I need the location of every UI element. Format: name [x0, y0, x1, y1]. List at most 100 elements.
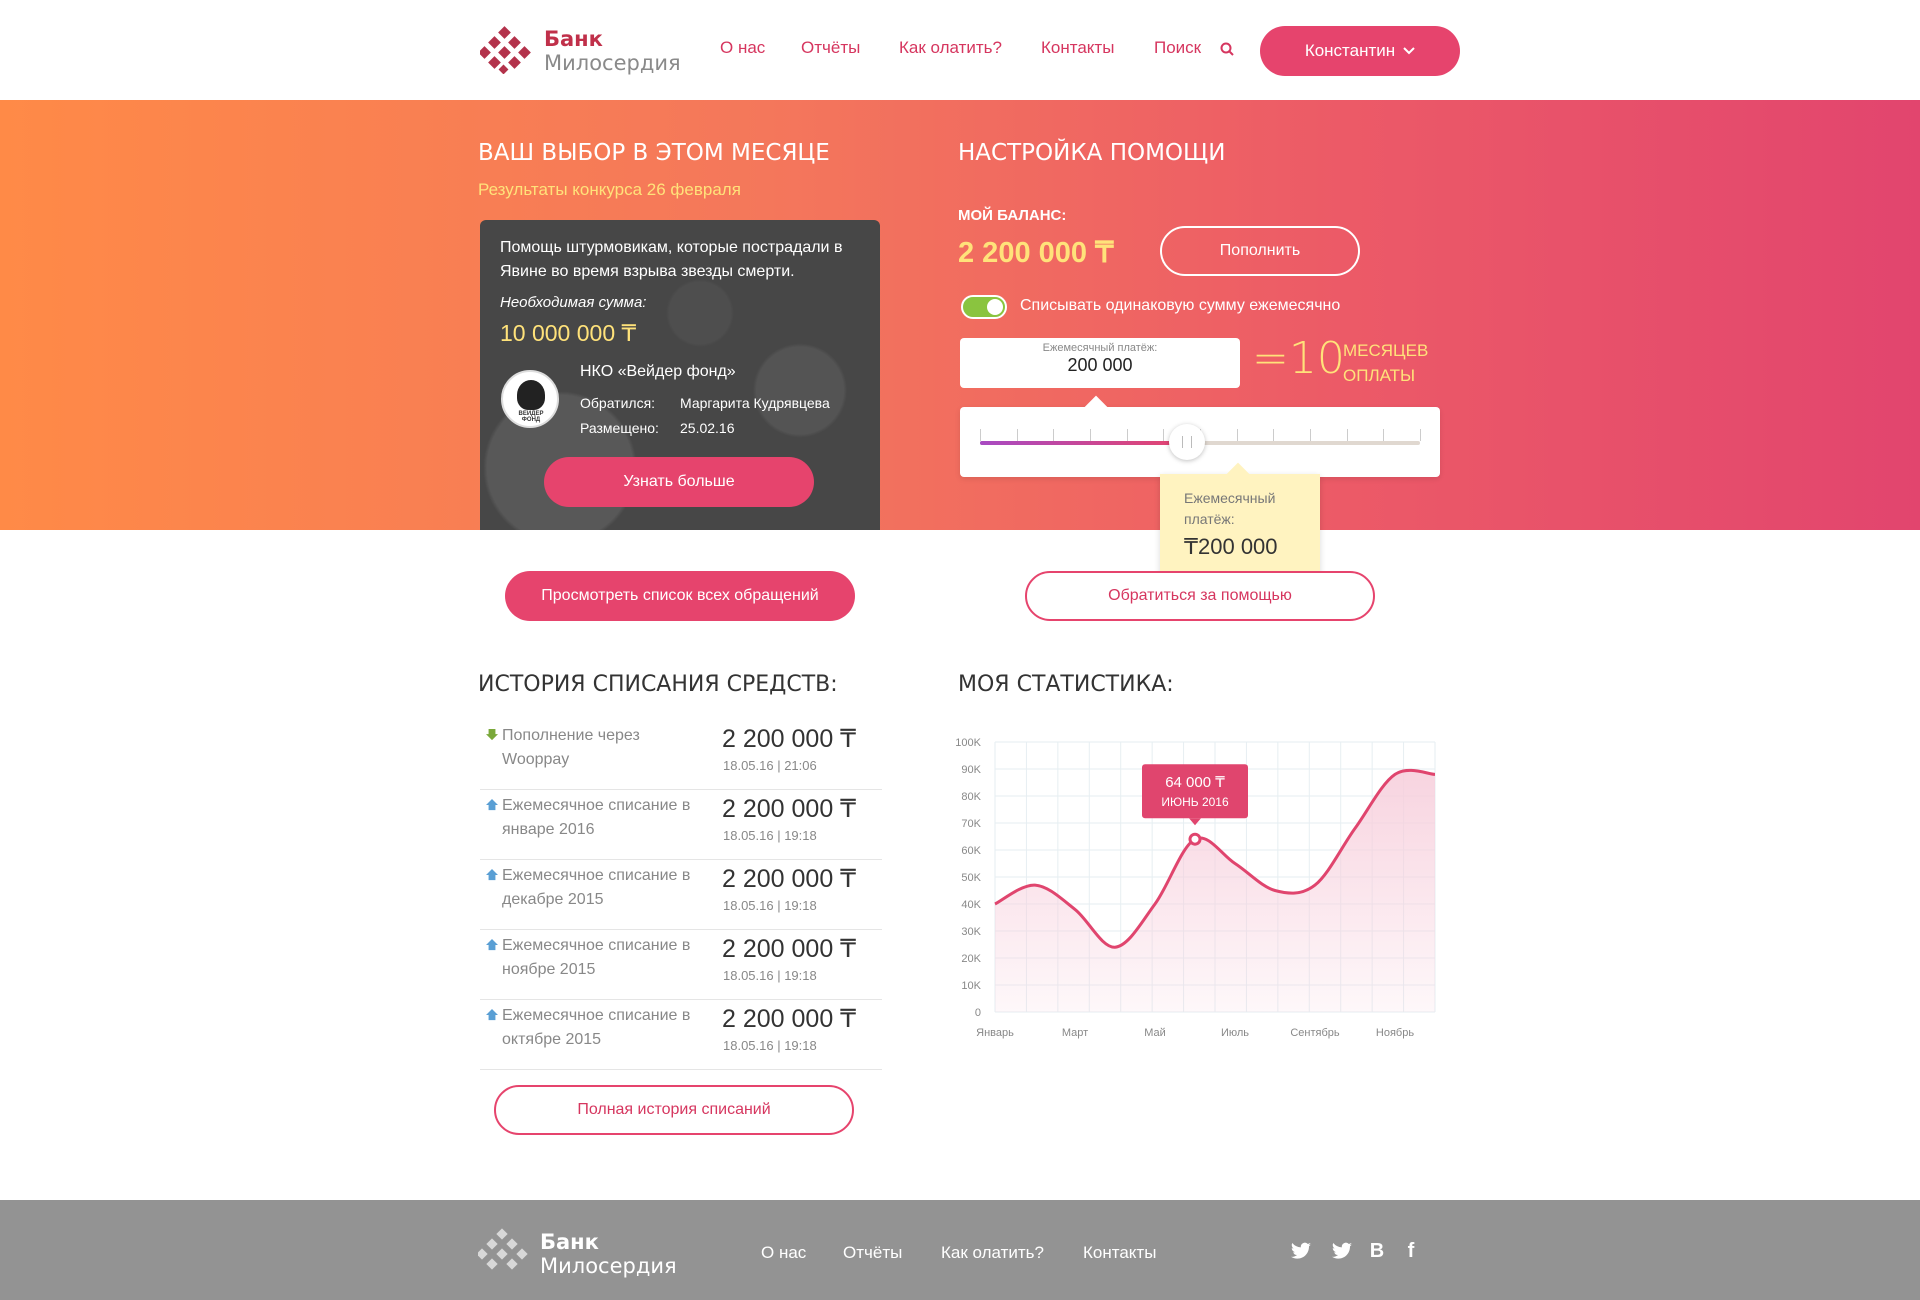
logo-icon[interactable]	[480, 26, 536, 74]
nav-how-to-pay[interactable]: Как олатить?	[899, 38, 1002, 58]
need-value: 10 000 000 ₸	[500, 320, 637, 346]
choice-subtitle: Результаты конкурса 26 февраля	[478, 180, 741, 199]
nav-search[interactable]: Поиск	[1154, 38, 1201, 58]
y-tick-label: 70K	[961, 818, 981, 830]
avatar-caption: ВЕЙДЕР ФОНД	[518, 411, 544, 423]
nav-about[interactable]: О нас	[720, 38, 765, 58]
twitter-icon[interactable]	[1290, 1240, 1312, 1262]
x-tick-label: Май	[1144, 1027, 1166, 1039]
footer-logo-icon[interactable]	[478, 1228, 530, 1274]
payment-slider-card	[960, 395, 1440, 477]
x-tick-label: Январь	[976, 1027, 1014, 1039]
view-all-requests-button[interactable]: Просмотреть список всех обращений	[505, 571, 855, 621]
full-history-button[interactable]: Полная история списаний	[494, 1085, 854, 1135]
x-tick-label: Ноябрь	[1376, 1027, 1414, 1039]
posted-label: Размещено:	[580, 420, 659, 436]
need-label: Необходимая сумма:	[500, 294, 647, 311]
y-tick-label: 90K	[961, 764, 981, 776]
footer-nav-how-to-pay[interactable]: Как олатить?	[941, 1243, 1044, 1263]
monthly-toggle[interactable]	[961, 295, 1007, 319]
history-amount: 2 200 000 ₸	[722, 725, 857, 753]
footer-logo-text[interactable]: Банк Милосердия	[540, 1230, 677, 1278]
history-date: 18.05.16 | 21:06	[723, 758, 817, 773]
slider-tick	[980, 429, 981, 441]
history-date: 18.05.16 | 19:18	[723, 1038, 817, 1053]
months-count: =10	[1252, 333, 1345, 384]
footer-nav-contacts[interactable]: Контакты	[1083, 1243, 1156, 1263]
history-desc: Ежемесячное списание в декабре 2015	[502, 867, 691, 908]
footer-nav-about[interactable]: О нас	[761, 1243, 806, 1263]
y-tick-label: 30K	[961, 926, 981, 938]
history-row: Ежемесячное списание в ноябре 2015 2 200 …	[480, 930, 882, 1000]
user-menu-button[interactable]: Константин	[1260, 26, 1460, 76]
footer-nav-reports[interactable]: Отчёты	[843, 1243, 902, 1263]
history-row: Ежемесячное списание в декабре 2015 2 200…	[480, 860, 882, 930]
x-tick-label: Сентябрь	[1290, 1027, 1340, 1039]
org-name: НКО «Вейдер фонд»	[580, 363, 736, 380]
slider-tick	[1236, 429, 1238, 441]
history-desc: Пополнение через Wooppay	[502, 727, 640, 768]
slider-handle[interactable]	[1168, 424, 1205, 460]
slider-tick	[1346, 429, 1348, 441]
history-desc: Ежемесячное списание в октябре 2015	[502, 1007, 691, 1048]
y-tick-label: 0	[975, 1007, 981, 1019]
arrow-up-icon	[486, 939, 498, 951]
highlight-value: 64 000 ₸	[1165, 774, 1225, 791]
x-tick-label: Март	[1062, 1027, 1088, 1039]
y-tick-label: 60K	[961, 845, 981, 857]
tooltip-value: ₸200 000	[1184, 534, 1278, 559]
balance-label: МОЙ БАЛАНС:	[958, 207, 1067, 224]
facebook-icon[interactable]: f	[1400, 1240, 1422, 1262]
history-row: Ежемесячное списание в октябре 2015 2 200…	[480, 1000, 882, 1070]
monthly-payment-label: Ежемесячный платёж:	[1042, 342, 1158, 354]
slider-tick	[1273, 429, 1275, 441]
vk-icon[interactable]: B	[1366, 1240, 1388, 1262]
y-tick-label: 100K	[955, 737, 981, 749]
user-name: Константин	[1304, 41, 1396, 60]
y-tick-label: 50K	[961, 872, 981, 884]
nav-contacts[interactable]: Контакты	[1041, 38, 1114, 58]
choice-title: ВАШ ВЫБОР В ЭТОМ МЕСЯЦЕ	[478, 140, 830, 166]
monthly-payment-field[interactable]: Ежемесячный платёж: 200 000	[960, 338, 1240, 388]
y-tick-label: 40K	[961, 899, 981, 911]
fund-card: Помощь штурмовикам, которые пострадали в…	[480, 220, 880, 530]
request-help-button[interactable]: Обратиться за помощью	[1025, 571, 1375, 621]
fund-title: Помощь штурмовикам, которые пострадали в…	[500, 239, 843, 280]
history-amount: 2 200 000 ₸	[722, 935, 857, 963]
history-title: ИСТОРИЯ СПИСАНИЯ СРЕДСТВ:	[478, 672, 838, 697]
history-amount: 2 200 000 ₸	[722, 865, 857, 893]
months-label: МЕСЯЦЕВ ОПЛАТЫ	[1343, 341, 1429, 385]
slider-tick	[1420, 429, 1421, 441]
site-header: Банк Милосердия О нас Отчёты Как олатить…	[0, 0, 1920, 100]
monthly-payment-value: 200 000	[1067, 355, 1133, 375]
logo-text[interactable]: Банк Милосердия	[544, 27, 681, 75]
history-date: 18.05.16 | 19:18	[723, 828, 817, 843]
history-date: 18.05.16 | 19:18	[723, 968, 817, 983]
learn-more-button[interactable]: Узнать больше	[544, 457, 814, 507]
nav-reports[interactable]: Отчёты	[801, 38, 860, 58]
search-icon[interactable]	[1220, 42, 1234, 56]
history-desc: Ежемесячное списание в январе 2016	[502, 797, 691, 838]
history-desc: Ежемесячное списание в ноябре 2015	[502, 937, 691, 978]
y-tick-label: 10K	[961, 980, 981, 992]
arrow-up-icon	[486, 869, 498, 881]
slider-tick	[1383, 429, 1385, 441]
org-avatar: ВЕЙДЕР ФОНД	[501, 370, 559, 428]
history-amount: 2 200 000 ₸	[722, 795, 857, 823]
slider-tick	[1126, 429, 1128, 441]
applied-label: Обратился:	[580, 395, 656, 411]
y-tick-label: 20K	[961, 953, 981, 965]
footer-logo-line1: Банк	[540, 1230, 599, 1254]
history-row: Ежемесячное списание в январе 2016 2 200 …	[480, 790, 882, 860]
slider-fill	[980, 441, 1187, 445]
twitter-icon[interactable]	[1331, 1240, 1353, 1262]
toggle-knob	[987, 299, 1003, 315]
x-tick-label: Июль	[1221, 1027, 1249, 1039]
arrow-down-icon	[486, 729, 498, 741]
posted-value: 25.02.16	[680, 420, 735, 436]
vader-helmet-icon	[517, 380, 545, 410]
tooltip-label: Ежемесячный платёж:	[1184, 490, 1276, 527]
topup-button[interactable]: Пополнить	[1160, 226, 1360, 276]
balance-value: 2 200 000 ₸	[958, 237, 1114, 269]
history-row: Пополнение через Wooppay 2 200 000 ₸ 18.05…	[480, 720, 882, 790]
